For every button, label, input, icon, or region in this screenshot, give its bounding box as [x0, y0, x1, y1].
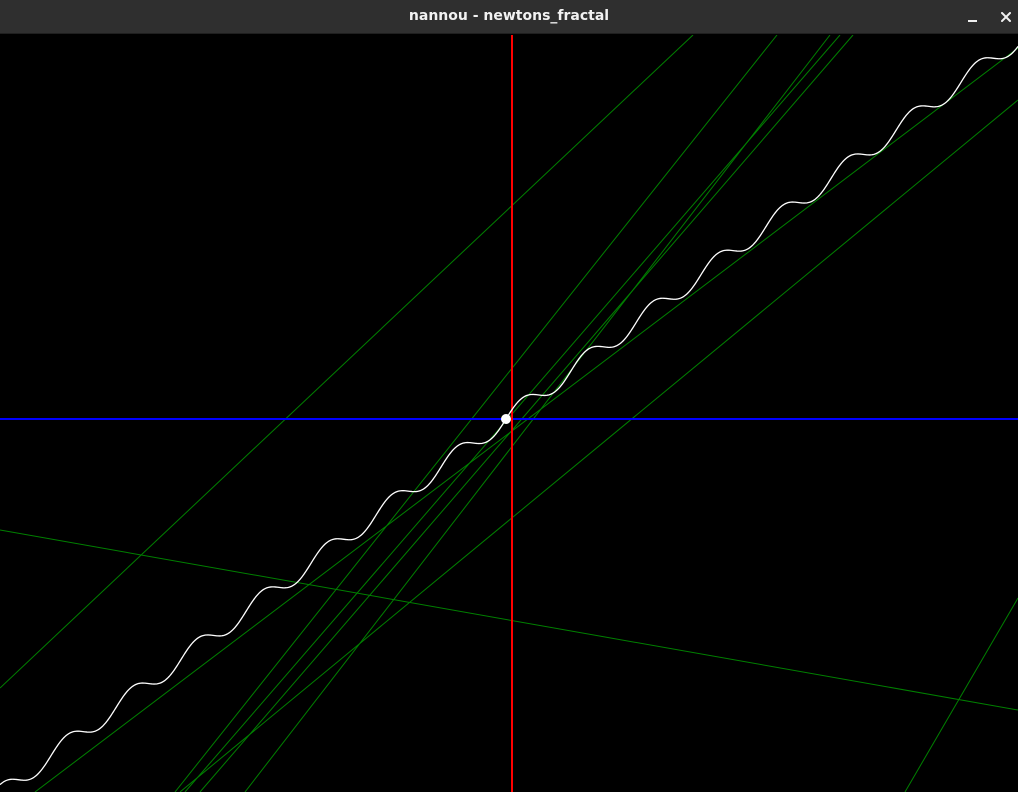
current-point[interactable] [501, 414, 511, 424]
close-icon [1001, 12, 1011, 22]
tangent-line [0, 35, 694, 689]
app-window: nannou - newtons_fractal [0, 0, 1018, 792]
tangent-line [0, 529, 1018, 711]
window-title: nannou - newtons_fractal [408, 8, 610, 24]
title-bar[interactable]: nannou - newtons_fractal [0, 0, 1018, 34]
tangent-line [174, 35, 778, 792]
minimize-icon [967, 20, 977, 22]
render-canvas[interactable] [0, 35, 1018, 792]
tangent-line [904, 597, 1018, 792]
minimize-button[interactable] [960, 5, 984, 29]
tangent-line [199, 35, 854, 792]
close-button[interactable] [994, 5, 1018, 29]
scene-svg [0, 35, 1018, 792]
tangent-line [244, 35, 831, 792]
